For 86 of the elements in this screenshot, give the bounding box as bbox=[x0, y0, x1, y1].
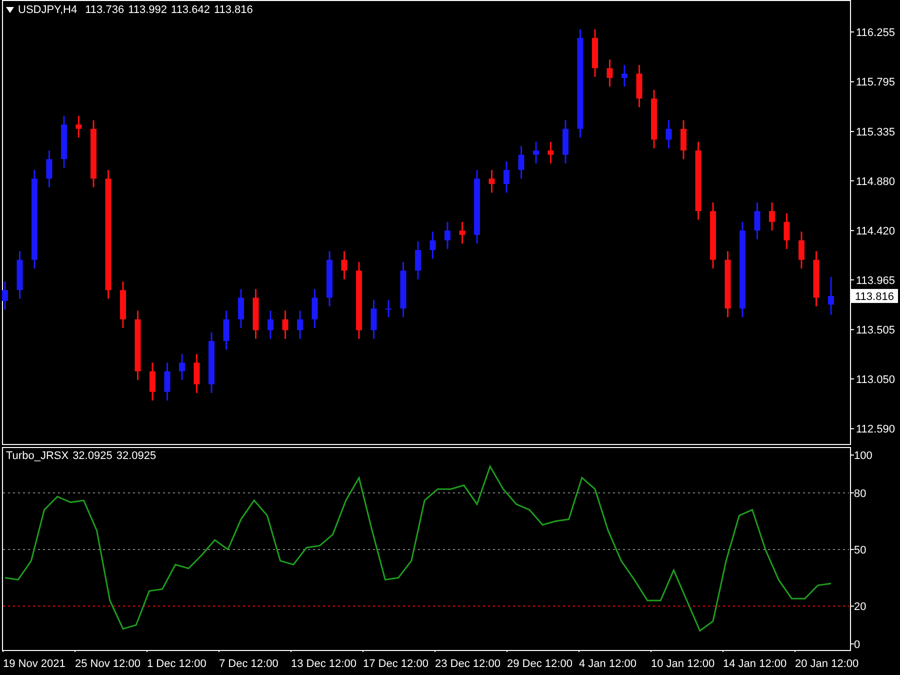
candle bbox=[194, 354, 200, 393]
time-label: 10 Jan 12:00 bbox=[651, 658, 716, 670]
candle bbox=[415, 241, 421, 280]
candle bbox=[813, 251, 820, 306]
candle bbox=[297, 310, 303, 339]
candle bbox=[252, 289, 259, 339]
time-label: 23 Dec 12:00 bbox=[435, 658, 502, 670]
candle bbox=[828, 276, 834, 315]
indicator-tick-label: 80 bbox=[854, 488, 866, 500]
candle bbox=[150, 362, 156, 401]
candle bbox=[2, 281, 8, 310]
current-price-tag: 113.816 bbox=[851, 288, 898, 303]
caret-icon[interactable] bbox=[6, 7, 14, 13]
candle bbox=[268, 310, 274, 339]
candle bbox=[370, 300, 377, 339]
candle bbox=[208, 332, 214, 393]
candle bbox=[223, 310, 230, 350]
candle bbox=[518, 146, 524, 179]
indicator-tick-label: 50 bbox=[854, 544, 866, 556]
candle bbox=[400, 262, 406, 318]
time-label: 17 Dec 12:00 bbox=[363, 658, 430, 670]
candle bbox=[282, 310, 288, 339]
candle bbox=[386, 300, 392, 318]
chart-symbol: USDJPY,H4 bbox=[18, 4, 78, 16]
time-label: 4 Jan 12:00 bbox=[579, 658, 638, 670]
candle bbox=[592, 29, 598, 77]
time-label: 20 Jan 12:00 bbox=[795, 658, 860, 670]
candle bbox=[488, 170, 495, 193]
candle bbox=[769, 202, 775, 231]
candle bbox=[562, 120, 568, 164]
time-label: 7 Dec 12:00 bbox=[219, 658, 280, 670]
candle bbox=[312, 289, 318, 328]
candle bbox=[680, 120, 686, 160]
price-tick-label: 114.420 bbox=[856, 226, 895, 238]
candle bbox=[666, 120, 672, 148]
time-label: 19 Nov 2021 bbox=[3, 658, 66, 670]
candle bbox=[179, 354, 185, 380]
candle bbox=[16, 251, 23, 299]
price-tick-label: 116.255 bbox=[856, 26, 895, 39]
candle bbox=[548, 142, 554, 164]
indicator-value: 32.0925 bbox=[72, 450, 112, 462]
indicator-tick-label: 0 bbox=[854, 638, 860, 651]
candle bbox=[754, 202, 760, 240]
price-tick-label: 113.965 bbox=[856, 274, 895, 287]
indicator-name: Turbo_JRSX bbox=[6, 450, 69, 462]
candle bbox=[341, 251, 348, 280]
price-tick-label: 113.050 bbox=[856, 374, 895, 386]
candle bbox=[46, 150, 52, 188]
price-value: 113.736 bbox=[85, 4, 124, 16]
time-label: 29 Dec 12:00 bbox=[507, 658, 574, 670]
time-label: 14 Jan 12:00 bbox=[723, 658, 788, 670]
candle bbox=[430, 232, 436, 259]
candle bbox=[61, 116, 67, 168]
price-value: 113.992 bbox=[128, 4, 168, 16]
price-value: 113.642 bbox=[171, 4, 210, 16]
candle bbox=[444, 222, 450, 249]
time-label: 13 Dec 12:00 bbox=[291, 658, 358, 670]
candle bbox=[606, 60, 613, 87]
candle bbox=[504, 161, 510, 193]
candle bbox=[798, 232, 804, 268]
indicator-value: 32.0925 bbox=[116, 450, 156, 462]
candle bbox=[533, 142, 539, 164]
candle bbox=[326, 251, 332, 306]
candle bbox=[724, 251, 731, 318]
price-tick-label: 113.505 bbox=[856, 324, 895, 337]
time-label: 1 Dec 12:00 bbox=[147, 658, 208, 670]
candle bbox=[134, 310, 141, 380]
candle bbox=[651, 90, 657, 148]
price-tick-label: 114.880 bbox=[856, 176, 895, 188]
candle bbox=[622, 64, 628, 87]
indicator-tick-label: 100 bbox=[854, 450, 872, 462]
candle bbox=[636, 64, 642, 108]
candle bbox=[164, 362, 170, 401]
candle bbox=[784, 213, 790, 249]
candle bbox=[238, 289, 244, 328]
price-tick-label: 115.335 bbox=[856, 126, 895, 139]
price-value: 113.816 bbox=[214, 4, 253, 16]
time-label: 25 Nov 12:00 bbox=[75, 658, 142, 670]
price-tick-label: 115.795 bbox=[856, 76, 895, 89]
price-tick-label: 112.590 bbox=[856, 424, 895, 436]
candle bbox=[710, 202, 716, 268]
candle bbox=[90, 120, 96, 188]
candle bbox=[459, 222, 466, 244]
candle bbox=[76, 116, 82, 138]
candle bbox=[120, 281, 126, 328]
indicator-tick-label: 20 bbox=[854, 601, 866, 614]
